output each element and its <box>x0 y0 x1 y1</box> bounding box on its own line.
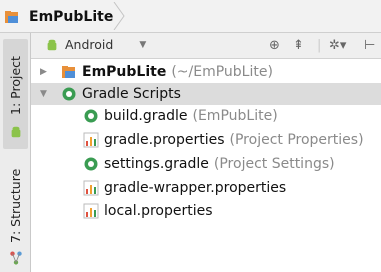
collapse-arrow-icon[interactable]: ▼ <box>40 89 47 99</box>
breadcrumb-separator <box>113 2 125 30</box>
tree-item-root[interactable]: ▶ EmPubLite (~/EmPubLite) <box>31 61 381 83</box>
tab-structure[interactable]: 7: Structure <box>3 155 28 270</box>
tree-item-file[interactable]: settings.gradle (Project Settings) <box>31 153 381 175</box>
file-name: local.properties <box>104 203 213 219</box>
tree-item-file[interactable]: gradle.properties (Project Properties) <box>31 129 381 151</box>
file-detail: (Project Settings) <box>213 156 335 172</box>
tree-item-file[interactable]: local.properties <box>31 200 381 222</box>
view-mode-dropdown[interactable]: Android ▼ <box>45 37 146 52</box>
hide-panel-icon[interactable]: ⊢ <box>364 38 375 54</box>
file-detail: (Project Properties) <box>229 132 364 148</box>
root-name: EmPubLite <box>82 64 167 80</box>
project-toolbar: Android ▼ ⊕ ⇞ | ✲▾ ⊢ <box>31 33 381 59</box>
tab-project[interactable]: 1: Project <box>3 39 28 149</box>
file-name: build.gradle <box>104 108 188 124</box>
properties-icon <box>83 180 99 196</box>
properties-icon <box>83 132 99 148</box>
project-folder-icon <box>62 66 75 78</box>
gradle-scripts-label: Gradle Scripts <box>82 86 181 102</box>
gradle-icon <box>62 87 76 101</box>
gradle-icon <box>84 109 98 123</box>
file-name: settings.gradle <box>104 156 209 172</box>
tree-item-file[interactable]: build.gradle (EmPubLite) <box>31 105 381 127</box>
android-icon <box>47 39 57 50</box>
tab-project-label: 1: Project <box>8 56 23 115</box>
view-mode-label: Android <box>65 37 114 52</box>
expand-arrow-icon[interactable]: ▶ <box>40 67 47 77</box>
tree-item-gradle-scripts[interactable]: ▼ Gradle Scripts <box>31 83 381 105</box>
navigation-bar: EmPubLite <box>0 0 381 33</box>
toolbar-divider: | <box>317 38 322 53</box>
project-folder-icon <box>5 11 18 23</box>
structure-icon <box>10 251 22 265</box>
file-detail: (EmPubLite) <box>192 108 278 124</box>
properties-icon <box>83 203 99 219</box>
breadcrumb-label: EmPubLite <box>29 9 114 25</box>
android-icon <box>11 126 21 138</box>
tool-window-strip: 1: Project 7: Structure <box>0 33 31 272</box>
file-name: gradle-wrapper.properties <box>104 180 287 196</box>
breadcrumb[interactable]: EmPubLite <box>4 7 113 27</box>
file-name: gradle.properties <box>104 132 225 148</box>
tab-structure-label: 7: Structure <box>8 168 23 243</box>
target-icon[interactable]: ⊕ <box>269 38 280 54</box>
collapse-all-icon[interactable]: ⇞ <box>293 38 304 54</box>
root-path: (~/EmPubLite) <box>171 64 273 80</box>
tree-item-file[interactable]: gradle-wrapper.properties <box>31 177 381 199</box>
gear-icon[interactable]: ✲▾ <box>329 38 346 54</box>
gradle-icon <box>84 157 98 171</box>
chevron-down-icon: ▼ <box>139 39 147 50</box>
